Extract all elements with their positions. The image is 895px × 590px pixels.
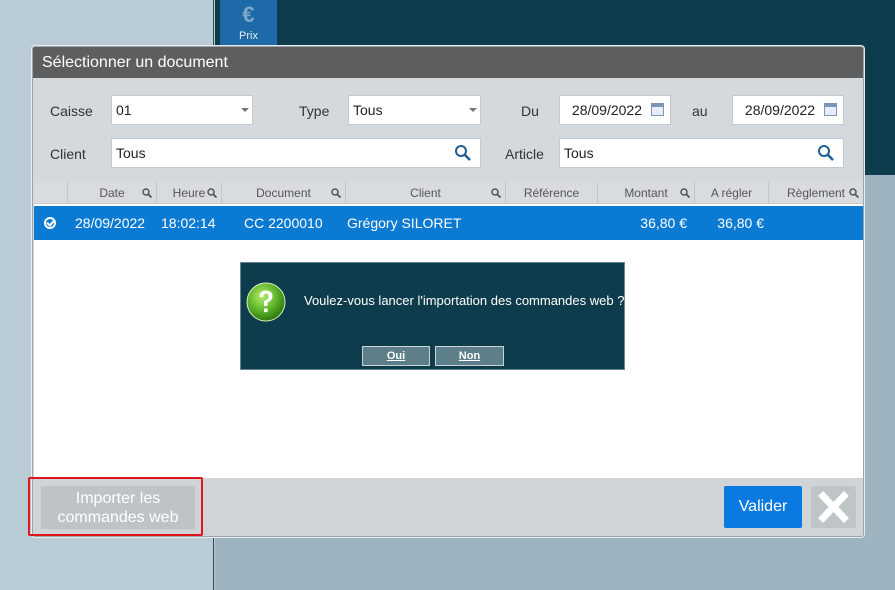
cell-document: CC 2200010	[244, 215, 323, 231]
cell-reference	[506, 206, 598, 240]
search-icon[interactable]	[817, 144, 835, 162]
close-icon	[818, 491, 849, 523]
cell-montant: 36,80 €	[640, 215, 687, 231]
caisse-label: Caisse	[50, 103, 93, 119]
column-header-reference[interactable]: Référence	[506, 182, 598, 204]
non-button[interactable]: Non	[435, 346, 504, 366]
search-icon[interactable]	[331, 188, 341, 198]
search-icon[interactable]	[454, 144, 472, 162]
article-search-field[interactable]: Tous	[559, 138, 844, 168]
euro-icon: €	[242, 2, 255, 27]
price-label: Prix	[239, 30, 258, 42]
client-search-field[interactable]: Tous	[111, 138, 481, 168]
confirm-message: Voulez-vous lancer l'importation des com…	[304, 293, 625, 308]
dialog-title: Sélectionner un document	[33, 47, 863, 78]
type-value: Tous	[353, 102, 383, 118]
calendar-icon[interactable]	[651, 103, 664, 116]
calendar-icon[interactable]	[824, 103, 837, 116]
confirm-dialog: Voulez-vous lancer l'importation des com…	[240, 262, 625, 370]
client-label: Client	[50, 146, 86, 162]
column-header-reglement[interactable]: Règlement	[769, 182, 863, 204]
du-label: Du	[521, 103, 539, 119]
article-label: Article	[505, 146, 544, 162]
column-header-document[interactable]: Document	[222, 182, 346, 204]
caisse-select[interactable]: 01	[111, 95, 253, 125]
search-icon[interactable]	[849, 188, 859, 198]
au-value: 28/09/2022	[744, 102, 815, 118]
grid-header: Date Heure Document Client Référence Mon…	[34, 182, 863, 204]
search-icon[interactable]	[142, 188, 152, 198]
column-header-date[interactable]: Date	[68, 182, 157, 204]
chevron-down-icon	[469, 108, 477, 112]
selected-check-icon	[44, 217, 56, 229]
du-value: 28/09/2022	[571, 102, 642, 118]
du-date-field[interactable]: 28/09/2022	[559, 95, 671, 125]
chevron-down-icon	[241, 108, 249, 112]
search-icon[interactable]	[680, 188, 690, 198]
cell-client: Grégory SILORET	[347, 215, 462, 231]
close-button[interactable]	[811, 486, 856, 528]
column-header-heure[interactable]: Heure	[157, 182, 222, 204]
cell-a-regler: 36,80 €	[717, 215, 764, 231]
cell-heure: 18:02:14	[161, 215, 216, 231]
au-date-field[interactable]: 28/09/2022	[732, 95, 844, 125]
grid-header-select	[34, 182, 68, 204]
price-button[interactable]: € Prix	[220, 0, 277, 46]
column-header-a-regler[interactable]: A régler	[695, 182, 769, 204]
type-label: Type	[299, 103, 330, 119]
cell-date: 28/09/2022	[75, 215, 146, 231]
search-icon[interactable]	[491, 188, 501, 198]
question-icon	[246, 282, 286, 322]
cell-reglement	[769, 206, 863, 240]
article-value: Tous	[564, 145, 594, 161]
column-header-client[interactable]: Client	[346, 182, 506, 204]
caisse-value: 01	[116, 102, 132, 118]
column-header-montant[interactable]: Montant	[598, 182, 695, 204]
type-select[interactable]: Tous	[348, 95, 481, 125]
table-row[interactable]: 28/09/2022 18:02:14 CC 2200010 Grégory S…	[34, 206, 863, 240]
validate-button[interactable]: Valider	[724, 486, 802, 528]
search-icon[interactable]	[207, 188, 217, 198]
oui-button[interactable]: Oui	[362, 346, 430, 366]
au-label: au	[692, 103, 708, 119]
client-value: Tous	[116, 145, 146, 161]
import-button-highlight	[28, 477, 203, 536]
